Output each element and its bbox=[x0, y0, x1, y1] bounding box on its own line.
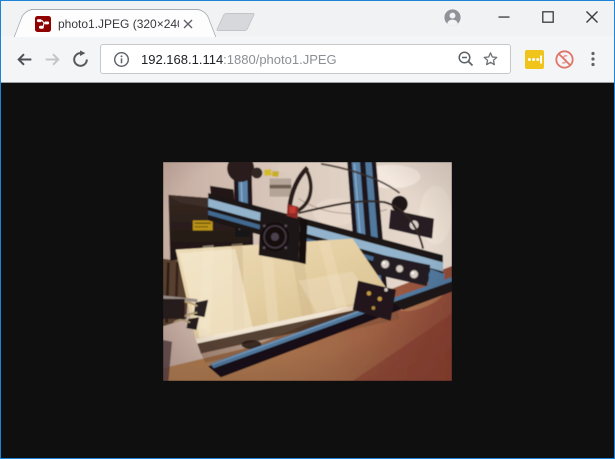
url-text: 192.168.1.114:1880/photo1.JPEG bbox=[141, 52, 454, 67]
browser-toolbar: 192.168.1.114:1880/photo1.JPEG bbox=[1, 36, 614, 83]
tab-close-icon[interactable] bbox=[179, 15, 197, 33]
page-info-icon[interactable] bbox=[109, 47, 133, 71]
browser-menu-icon[interactable] bbox=[581, 46, 605, 72]
maximize-button[interactable] bbox=[526, 2, 570, 32]
address-bar[interactable]: 192.168.1.114:1880/photo1.JPEG bbox=[100, 44, 511, 74]
url-path: :1880/photo1.JPEG bbox=[223, 52, 336, 67]
page-content bbox=[1, 83, 614, 458]
window-controls bbox=[438, 1, 614, 33]
new-tab-button[interactable] bbox=[216, 13, 255, 31]
forward-button[interactable] bbox=[38, 45, 66, 73]
node-red-favicon-icon bbox=[35, 16, 51, 32]
back-button[interactable] bbox=[10, 45, 38, 73]
url-host: 192.168.1.114 bbox=[141, 52, 223, 67]
close-window-button[interactable] bbox=[570, 2, 614, 32]
tab-photo1[interactable]: photo1.JPEG (320×240) bbox=[31, 9, 199, 37]
bookmark-star-icon[interactable] bbox=[478, 47, 502, 71]
browser-window: photo1.JPEG (320×240) bbox=[0, 0, 615, 459]
red-blocked-circle-extension-icon[interactable] bbox=[551, 46, 577, 72]
tab-title: photo1.JPEG (320×240) bbox=[58, 17, 179, 31]
zoom-out-indicator-icon[interactable] bbox=[454, 47, 478, 71]
yellow-dots-extension-icon[interactable] bbox=[521, 46, 547, 72]
printer-photo bbox=[163, 162, 452, 381]
minimize-button[interactable] bbox=[482, 2, 526, 32]
reload-button[interactable] bbox=[66, 45, 94, 73]
tab-strip: photo1.JPEG (320×240) bbox=[1, 1, 614, 36]
profile-avatar-icon[interactable] bbox=[438, 2, 466, 32]
